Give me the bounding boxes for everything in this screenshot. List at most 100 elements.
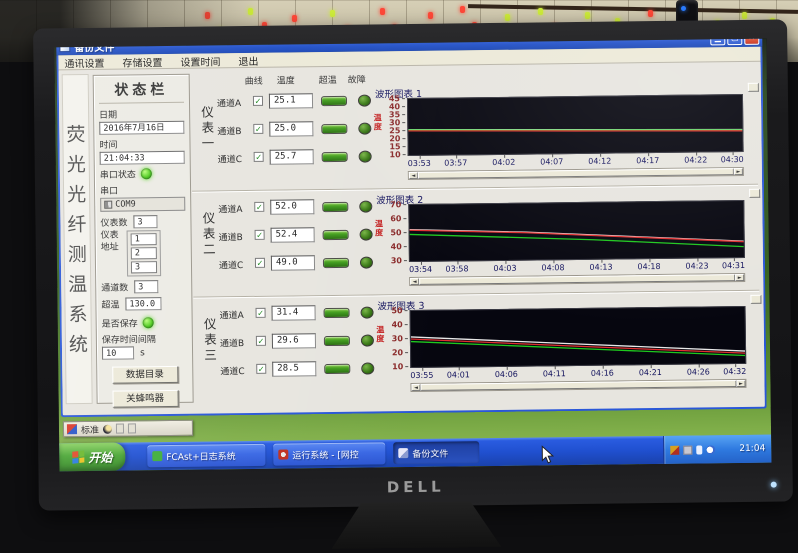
- ime-mini-button[interactable]: [116, 424, 124, 434]
- log-system-icon: [152, 451, 162, 461]
- chart-corner-box[interactable]: [748, 83, 759, 92]
- channel-row: 通道A✓31.4: [219, 303, 375, 325]
- channel-label: 通道C: [218, 152, 242, 165]
- column-header-curve: 曲线: [245, 74, 263, 87]
- channel-label: 通道A: [217, 96, 241, 109]
- channel-label: 通道B: [220, 336, 244, 349]
- buzzer-off-button[interactable]: 关蜂鸣器: [112, 390, 178, 408]
- tray-icon-2[interactable]: [683, 445, 692, 454]
- instrument-count-value[interactable]: 3: [133, 215, 157, 228]
- waveform-chart-2: 波形图表 2 温度 7060504030 03:5403:5804:0304:0…: [374, 189, 761, 294]
- save-interval-field[interactable]: 10: [102, 346, 134, 359]
- scroll-right-arrow[interactable]: ►: [735, 274, 744, 281]
- instrument-name: 仪表二: [198, 211, 218, 258]
- scroll-thumb[interactable]: [418, 168, 734, 179]
- plot-area: [407, 94, 744, 156]
- x-axis-tick-label: 03:58: [445, 264, 468, 273]
- x-axis-tick-label: 04:18: [637, 262, 660, 271]
- channel-curve-checkbox[interactable]: ✓: [256, 336, 266, 346]
- plot-lines: [411, 307, 746, 367]
- date-label: 日期: [99, 107, 184, 121]
- scroll-left-arrow[interactable]: ◄: [409, 172, 418, 179]
- overtemp-indicator-led: [322, 152, 348, 162]
- x-axis-tick-label: 04:03: [493, 264, 516, 273]
- channel-curve-checkbox[interactable]: ✓: [255, 258, 265, 268]
- start-button[interactable]: 开始: [59, 443, 125, 472]
- chart-corner-box[interactable]: [749, 189, 760, 198]
- io-port-icon: [104, 201, 112, 209]
- chart-horizontal-scrollbar[interactable]: ◄ ►: [409, 273, 745, 286]
- channel-row: 通道C✓28.5: [220, 359, 376, 381]
- instrument-name: 仪表三: [200, 317, 220, 364]
- channel-curve-checkbox[interactable]: ✓: [253, 96, 263, 106]
- overtemp-indicator-led: [321, 124, 347, 134]
- address-1-field[interactable]: 1: [131, 233, 157, 245]
- scroll-thumb[interactable]: [419, 274, 735, 285]
- menu-set-time[interactable]: 设置时间: [180, 53, 220, 68]
- windows-flag-icon: [72, 450, 84, 463]
- x-axis-tick-label: 03:53: [408, 159, 431, 168]
- address-2-field[interactable]: 2: [131, 247, 157, 259]
- instrument-3-band: 仪表三 通道A✓31.4通道B✓29.6通道C✓28.5 波形图表 3 温度 5…: [193, 293, 764, 403]
- x-axis-tick-label: 04:32: [723, 367, 746, 376]
- close-button[interactable]: ✕: [744, 39, 759, 45]
- channel-temperature-value: 49.0: [271, 255, 315, 271]
- fault-indicator-led: [360, 256, 373, 268]
- x-axis-tick-label: 03:54: [409, 265, 432, 274]
- tray-clock: 21:04: [739, 444, 765, 454]
- channel-row: 通道B ✓ 29.6: [220, 331, 376, 353]
- instrument-name: 仪表一: [197, 105, 217, 152]
- save-interval-unit: s: [140, 348, 145, 358]
- monitor-power-led[interactable]: [771, 482, 777, 488]
- channel-curve-checkbox[interactable]: ✓: [254, 152, 264, 162]
- overtemp-indicator-led: [323, 230, 349, 240]
- chart-horizontal-scrollbar[interactable]: ◄ ►: [408, 167, 744, 180]
- channel-temperature-value: 25.7: [270, 149, 314, 165]
- tray-icon-1[interactable]: [670, 445, 679, 454]
- scroll-left-arrow[interactable]: ◄: [411, 384, 420, 391]
- column-header-temp: 温度: [277, 73, 295, 86]
- time-label: 时间: [99, 137, 184, 151]
- ime-mini-button-2[interactable]: [128, 423, 136, 433]
- scroll-right-arrow[interactable]: ►: [734, 168, 743, 175]
- y-axis-tick-label: 30: [391, 257, 402, 265]
- scroll-right-arrow[interactable]: ►: [736, 380, 745, 387]
- language-bar[interactable]: 标准: [63, 420, 193, 438]
- ime-icon: [67, 424, 77, 434]
- data-directory-button[interactable]: 数据目录: [112, 366, 178, 384]
- menu-comm-settings[interactable]: 通讯设置: [64, 54, 104, 69]
- channel-curve-checkbox[interactable]: ✓: [256, 364, 266, 374]
- channel-curve-checkbox[interactable]: ✓: [254, 202, 264, 212]
- scroll-thumb[interactable]: [420, 380, 736, 391]
- channel-count-value[interactable]: 3: [134, 280, 158, 293]
- channel-label: 通道B: [217, 124, 241, 137]
- chart-corner-box[interactable]: [750, 295, 761, 304]
- taskbar-button-backup-file[interactable]: 备份文件: [393, 441, 479, 464]
- channel-row: 通道A✓25.1: [217, 91, 373, 113]
- volume-tray-icon[interactable]: [706, 445, 715, 454]
- save-interval-label: 保存时间间隔: [102, 332, 187, 346]
- menu-storage-settings[interactable]: 存储设置: [122, 54, 162, 69]
- minimize-button[interactable]: ▁: [710, 39, 725, 45]
- fault-indicator-led: [361, 362, 374, 374]
- maximize-button[interactable]: ▢: [727, 39, 742, 45]
- channel-curve-checkbox[interactable]: ✓: [255, 230, 265, 240]
- taskbar-button-log-system[interactable]: FCAst+日志系统: [147, 444, 265, 467]
- address-3-field[interactable]: 3: [131, 261, 157, 273]
- fault-indicator-led: [359, 150, 372, 162]
- channel-temperature-value: 28.5: [272, 361, 316, 377]
- channel-curve-checkbox[interactable]: ✓: [253, 124, 263, 134]
- overtemp-indicator-led: [321, 96, 347, 106]
- chart-horizontal-scrollbar[interactable]: ◄ ►: [410, 379, 746, 392]
- menu-exit[interactable]: 退出: [238, 52, 258, 67]
- app-window: 备份文件 ▁ ▢ ✕ 通讯设置 存储设置 设置时间 退出 荧光光纤测温系统: [56, 47, 766, 418]
- channel-label: 通道B: [219, 230, 243, 243]
- overtemp-threshold-value[interactable]: 130.0: [125, 297, 161, 310]
- channel-temperature-value: 29.6: [272, 333, 316, 349]
- taskbar-button-run-system[interactable]: 运行系统 - [网控: [273, 442, 385, 465]
- channel-curve-checkbox[interactable]: ✓: [256, 308, 266, 318]
- y-axis-tick-label: 30: [392, 335, 403, 343]
- serial-port-combo[interactable]: COM9: [100, 197, 185, 212]
- usb-tray-icon[interactable]: [696, 445, 702, 454]
- scroll-left-arrow[interactable]: ◄: [410, 278, 419, 285]
